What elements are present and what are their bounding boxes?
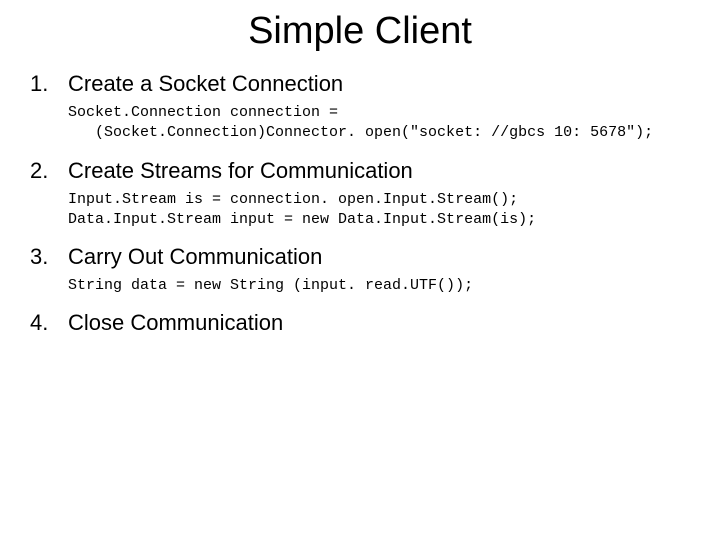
code-block: Input.Stream is = connection. open.Input… bbox=[68, 190, 690, 231]
code-block: Socket.Connection connection = (Socket.C… bbox=[68, 103, 690, 144]
item-row: 4. Close Communication bbox=[30, 310, 690, 336]
slide-title: Simple Client bbox=[30, 10, 690, 53]
item-number: 4. bbox=[30, 310, 68, 336]
list-item: 4. Close Communication bbox=[30, 310, 690, 336]
item-number: 1. bbox=[30, 71, 68, 97]
item-label: Carry Out Communication bbox=[68, 244, 322, 270]
item-label: Close Communication bbox=[68, 310, 283, 336]
item-label: Create a Socket Connection bbox=[68, 71, 343, 97]
list-item: 2. Create Streams for Communication Inpu… bbox=[30, 158, 690, 231]
item-number: 2. bbox=[30, 158, 68, 184]
item-number: 3. bbox=[30, 244, 68, 270]
list-item: 3. Carry Out Communication String data =… bbox=[30, 244, 690, 296]
code-block: String data = new String (input. read.UT… bbox=[68, 276, 690, 296]
slide: Simple Client 1. Create a Socket Connect… bbox=[0, 0, 720, 370]
item-row: 2. Create Streams for Communication bbox=[30, 158, 690, 184]
item-row: 3. Carry Out Communication bbox=[30, 244, 690, 270]
item-row: 1. Create a Socket Connection bbox=[30, 71, 690, 97]
item-label: Create Streams for Communication bbox=[68, 158, 413, 184]
list-item: 1. Create a Socket Connection Socket.Con… bbox=[30, 71, 690, 144]
